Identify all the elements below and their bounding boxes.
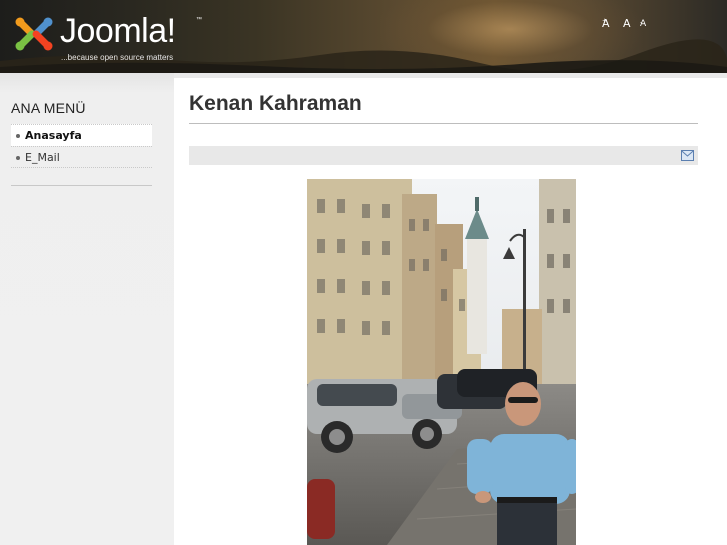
main-menu: Anasayfa E_Mail xyxy=(11,124,152,168)
site-header: Joomla! ™ ...because open source matters… xyxy=(0,0,727,73)
article-icon-bar xyxy=(189,146,698,165)
menu-divider xyxy=(11,185,152,186)
menu-item-anasayfa[interactable]: Anasayfa xyxy=(11,124,152,146)
bullet-icon xyxy=(16,134,20,138)
logo-text[interactable]: Joomla! xyxy=(60,12,176,50)
joomla-logo-icon[interactable] xyxy=(14,14,56,54)
article-title: Kenan Kahraman xyxy=(189,92,362,115)
logo-tagline: ...because open source matters xyxy=(61,53,174,62)
sidebar: ANA MENÜ Anasayfa E_Mail xyxy=(0,73,174,545)
font-reset-button[interactable]: A xyxy=(623,17,631,30)
font-increase-button[interactable]: A + xyxy=(602,17,610,30)
logo-trademark: ™ xyxy=(196,17,202,23)
bullet-icon xyxy=(16,156,20,160)
article-photo xyxy=(307,179,576,545)
menu-item-label[interactable]: E_Mail xyxy=(25,151,60,164)
menu-item-email[interactable]: E_Mail xyxy=(11,146,152,168)
menu-title: ANA MENÜ xyxy=(11,100,86,116)
title-divider xyxy=(189,123,698,124)
envelope-icon[interactable] xyxy=(681,150,694,161)
menu-item-label[interactable]: Anasayfa xyxy=(25,129,82,142)
font-decrease-button[interactable]: A- xyxy=(640,19,646,31)
